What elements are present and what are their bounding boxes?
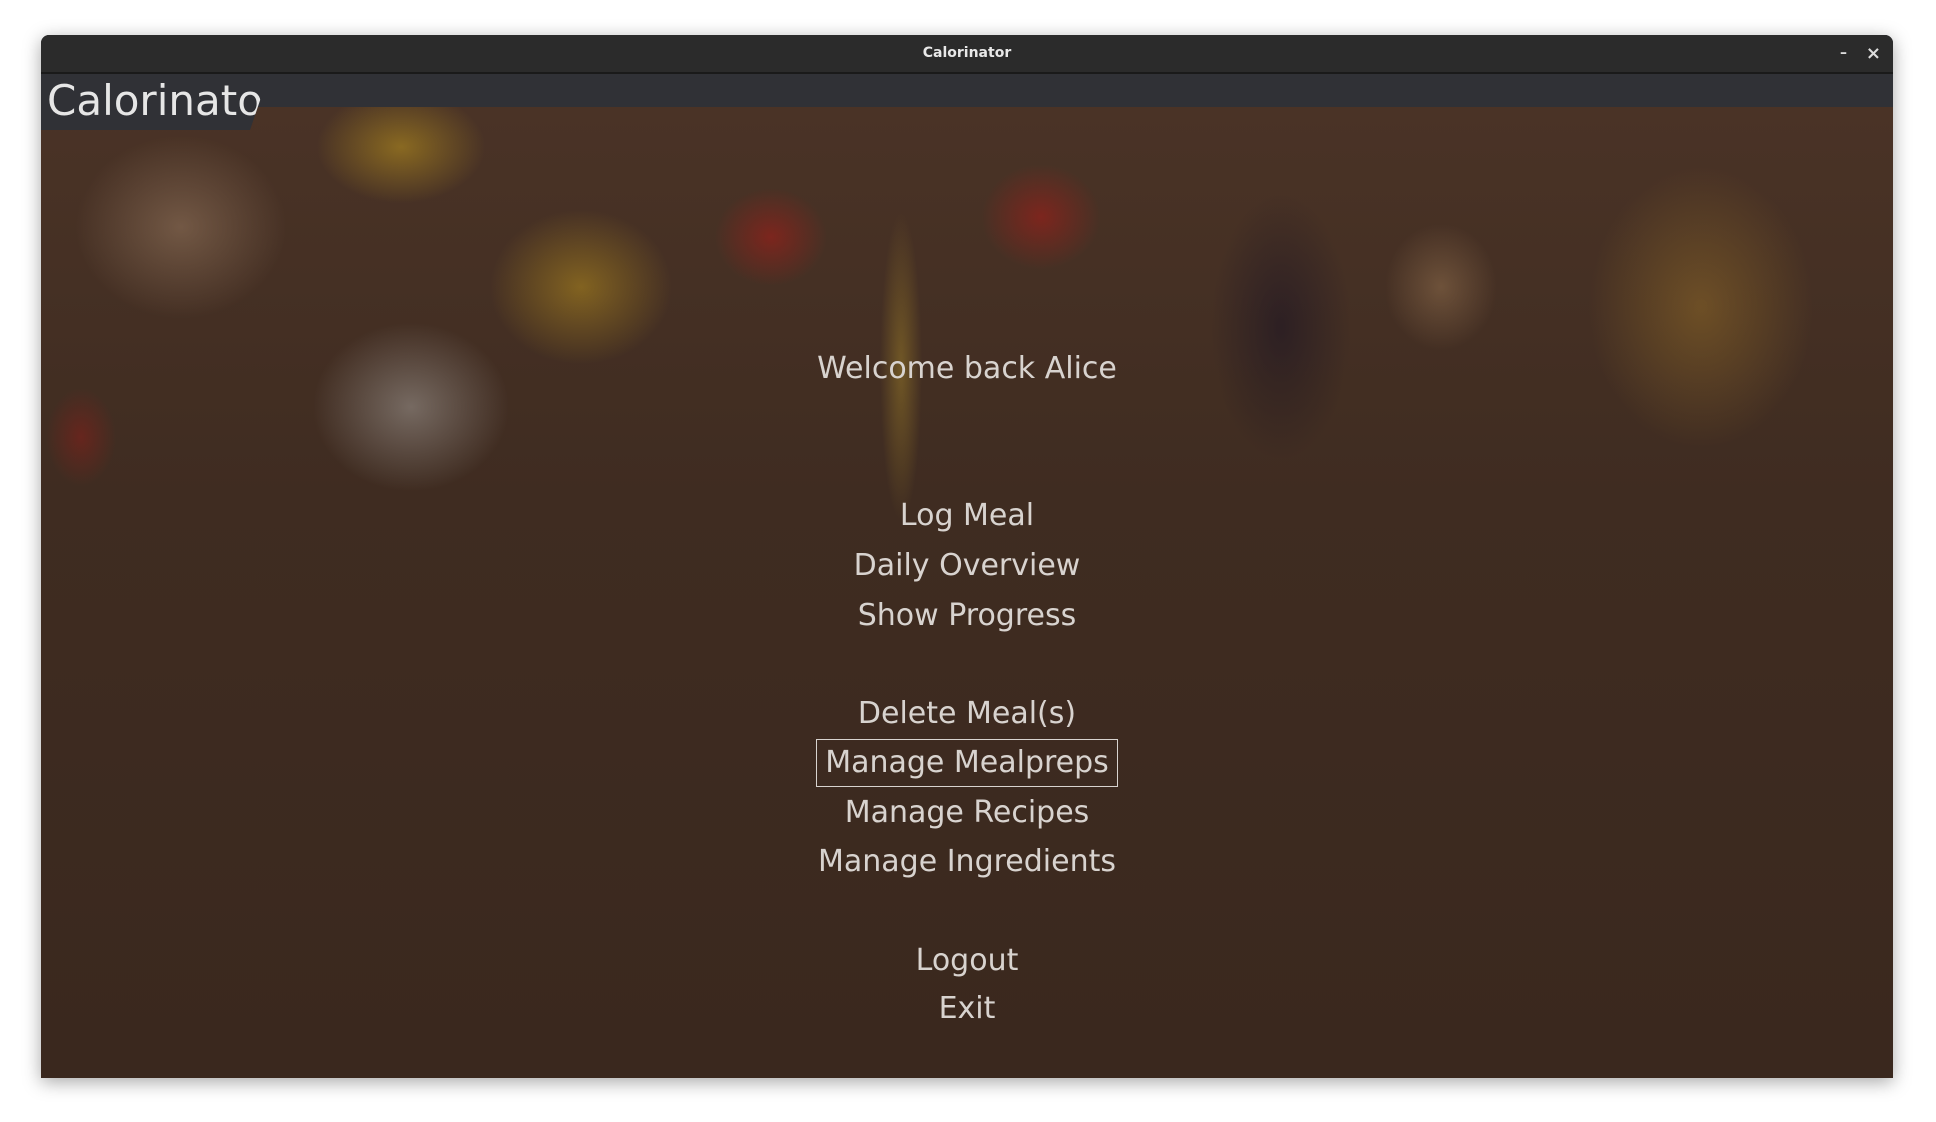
- menu-show-progress[interactable]: Show Progress: [41, 592, 1893, 640]
- close-button[interactable]: ×: [1866, 35, 1881, 72]
- menu-exit[interactable]: Exit: [41, 985, 1893, 1033]
- app-window: Calorinator – × Welcome back Alice Log M…: [41, 35, 1893, 1078]
- title-bar: Calorinator – ×: [41, 35, 1893, 74]
- menu-manage-recipes[interactable]: Manage Recipes: [41, 789, 1893, 837]
- menu-logout[interactable]: Logout: [41, 937, 1893, 985]
- background-image: Welcome back Alice Log Meal Daily Overvi…: [41, 107, 1893, 1078]
- minimize-button[interactable]: –: [1840, 35, 1847, 72]
- app-logo: Calorinator: [41, 74, 261, 130]
- menu-manage-ingredients[interactable]: Manage Ingredients: [41, 838, 1893, 886]
- menu-daily-overview[interactable]: Daily Overview: [41, 542, 1893, 590]
- menu-manage-mealpreps[interactable]: Manage Mealpreps: [41, 739, 1893, 787]
- header-bar: [41, 74, 1893, 107]
- menu-delete-meals[interactable]: Delete Meal(s): [41, 690, 1893, 738]
- logo-text: Calorinator: [47, 76, 281, 125]
- welcome-message: Welcome back Alice: [817, 351, 1117, 386]
- menu-log-meal[interactable]: Log Meal: [41, 492, 1893, 540]
- window-title: Calorinator: [922, 45, 1012, 61]
